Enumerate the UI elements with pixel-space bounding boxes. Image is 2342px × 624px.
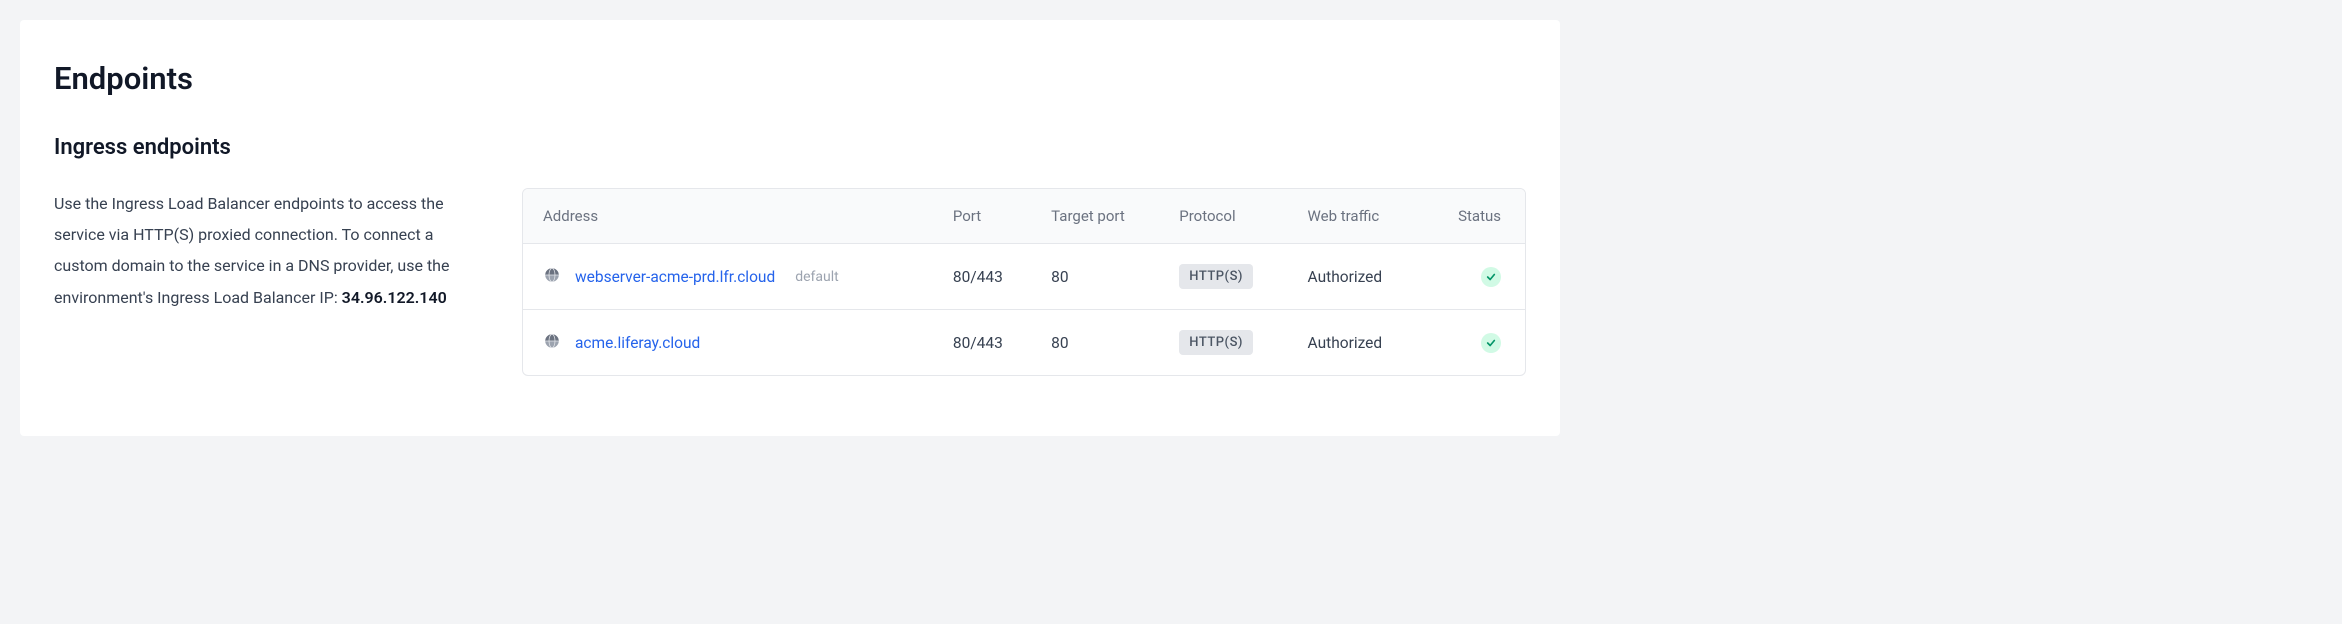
globe-icon bbox=[543, 266, 561, 288]
col-protocol: Protocol bbox=[1165, 189, 1293, 244]
status-badge bbox=[1481, 267, 1501, 287]
port-cell: 80/443 bbox=[939, 244, 1037, 310]
address-cell: webserver-acme-prd.lfr.cloud default bbox=[543, 266, 925, 288]
status-badge bbox=[1481, 333, 1501, 353]
port-cell: 80/443 bbox=[939, 310, 1037, 376]
web-traffic-cell: Authorized bbox=[1294, 310, 1423, 376]
endpoints-card: Endpoints Ingress endpoints Use the Ingr… bbox=[20, 20, 1560, 436]
col-status: Status bbox=[1423, 189, 1525, 244]
check-icon bbox=[1486, 338, 1496, 348]
target-port-cell: 80 bbox=[1037, 310, 1165, 376]
ingress-ip: 34.96.122.140 bbox=[342, 288, 447, 307]
col-address: Address bbox=[523, 189, 939, 244]
col-port: Port bbox=[939, 189, 1037, 244]
address-cell: acme.liferay.cloud bbox=[543, 332, 925, 354]
table-row: webserver-acme-prd.lfr.cloud default 80/… bbox=[523, 244, 1525, 310]
table-row: acme.liferay.cloud 80/443 80 HTTP(S) Aut… bbox=[523, 310, 1525, 376]
section-description: Use the Ingress Load Balancer endpoints … bbox=[54, 188, 474, 313]
protocol-badge: HTTP(S) bbox=[1179, 264, 1253, 289]
content-row: Use the Ingress Load Balancer endpoints … bbox=[54, 188, 1526, 376]
globe-icon bbox=[543, 332, 561, 354]
section-title: Ingress endpoints bbox=[54, 135, 1526, 160]
table-header-row: Address Port Target port Protocol Web tr… bbox=[523, 189, 1525, 244]
target-port-cell: 80 bbox=[1037, 244, 1165, 310]
address-link[interactable]: acme.liferay.cloud bbox=[575, 334, 700, 352]
col-target-port: Target port bbox=[1037, 189, 1165, 244]
default-tag: default bbox=[795, 269, 839, 285]
page-title: Endpoints bbox=[54, 60, 1526, 97]
address-link[interactable]: webserver-acme-prd.lfr.cloud bbox=[575, 268, 775, 286]
protocol-badge: HTTP(S) bbox=[1179, 330, 1253, 355]
web-traffic-cell: Authorized bbox=[1294, 244, 1423, 310]
check-icon bbox=[1486, 272, 1496, 282]
endpoints-table: Address Port Target port Protocol Web tr… bbox=[523, 189, 1525, 375]
col-web-traffic: Web traffic bbox=[1294, 189, 1423, 244]
endpoints-table-wrap: Address Port Target port Protocol Web tr… bbox=[522, 188, 1526, 376]
